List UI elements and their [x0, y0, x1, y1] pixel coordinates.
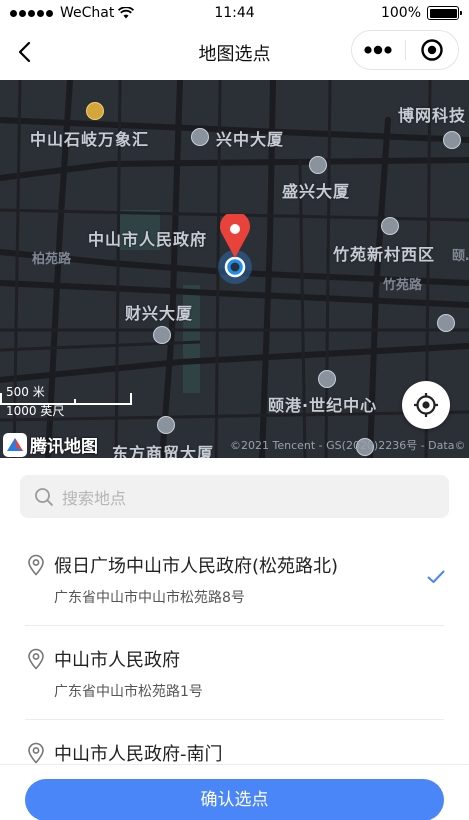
- poi-label[interactable]: 东方商贸大厦: [112, 440, 214, 458]
- building-icon: [157, 416, 175, 434]
- checkmark-icon: [427, 570, 445, 583]
- status-bar: WeChat 11:44 100%: [0, 0, 469, 28]
- back-button[interactable]: [12, 38, 40, 66]
- poi-label[interactable]: 兴中大厦: [216, 126, 284, 150]
- building-icon: [318, 370, 336, 388]
- building-icon: [309, 156, 327, 174]
- location-panel: 搜索地点 假日广场中山市人民政府(松苑路北) 广东省中山市中山市松苑路8号 中山…: [0, 458, 469, 820]
- search-input[interactable]: 搜索地点: [20, 475, 449, 518]
- app-root: WeChat 11:44 100% 地图选点 中山石岐万象汇 兴中大厦 博网科技…: [0, 0, 469, 820]
- building-icon: [191, 128, 209, 146]
- search-icon: [35, 487, 53, 506]
- battery-icon: [427, 6, 462, 20]
- street-label: 颐…: [452, 249, 469, 264]
- street-label: 竹苑路: [383, 278, 423, 293]
- location-pin-icon[interactable]: [212, 214, 258, 286]
- list-item[interactable]: 假日广场中山市人民政府(松苑路北) 广东省中山市中山市松苑路8号: [0, 532, 469, 626]
- building-icon: [437, 314, 455, 332]
- scale-label-imperial: 1000 英尺: [6, 404, 65, 418]
- map-logo: 腾讯地图: [3, 432, 98, 457]
- result-address: 广东省中山市中山市松苑路8号: [54, 590, 245, 606]
- crosshair-icon: [414, 393, 438, 417]
- list-item[interactable]: 中山市人民政府 广东省中山市松苑路1号: [0, 626, 469, 720]
- location-marker-icon: [28, 554, 44, 576]
- battery-level-fill: [429, 8, 457, 18]
- footer-bar: 确认选点: [0, 764, 469, 820]
- locate-me-button[interactable]: [402, 381, 450, 429]
- result-name: 中山市人民政府-南门: [54, 744, 223, 765]
- close-target-icon: [421, 39, 443, 61]
- more-button[interactable]: [352, 31, 405, 69]
- map-view[interactable]: 中山石岐万象汇 兴中大厦 博网科技 盛兴大厦 中山市人民政府 竹苑新村西区 柏苑…: [0, 80, 469, 458]
- poi-label[interactable]: 博网科技: [398, 102, 466, 126]
- result-name: 中山市人民政府: [54, 650, 180, 671]
- building-icon: [381, 217, 399, 235]
- result-address: 广东省中山市松苑路1号: [54, 684, 203, 700]
- poi-label[interactable]: 盛兴大厦: [282, 178, 350, 202]
- poi-label[interactable]: 中山石岐万象汇: [30, 126, 149, 150]
- poi-label[interactable]: 颐港·世纪中心: [268, 392, 377, 416]
- result-name: 假日广场中山市人民政府(松苑路北): [54, 556, 339, 577]
- battery-group: 100%: [380, 5, 462, 21]
- poi-label[interactable]: 财兴大厦: [125, 300, 193, 324]
- street-label: 柏苑路: [32, 252, 72, 267]
- location-marker-icon: [28, 742, 44, 764]
- more-dots-icon: [364, 45, 392, 55]
- map-copyright: ©2021 Tencent - GS(2020)2236号 - Data© Na…: [230, 439, 469, 452]
- location-marker-icon: [28, 648, 44, 670]
- mini-program-capsule: [351, 30, 459, 70]
- map-logo-text: 腾讯地图: [30, 437, 98, 457]
- search-placeholder: 搜索地点: [62, 488, 127, 508]
- back-arrow-icon: [18, 41, 31, 63]
- tencent-map-logo-icon: [3, 432, 27, 457]
- confirm-button[interactable]: 确认选点: [25, 779, 444, 820]
- poi-label[interactable]: 竹苑新村西区: [333, 241, 435, 265]
- building-icon: [443, 131, 461, 149]
- navigation-bar: 地图选点: [0, 28, 469, 80]
- close-button[interactable]: [406, 31, 459, 69]
- building-icon: [153, 326, 171, 344]
- poi-marker-icon: [86, 102, 104, 120]
- battery-percent: 100%: [380, 5, 421, 21]
- poi-label[interactable]: 中山市人民政府: [88, 226, 207, 250]
- scale-label-metric: 500 米: [6, 385, 45, 399]
